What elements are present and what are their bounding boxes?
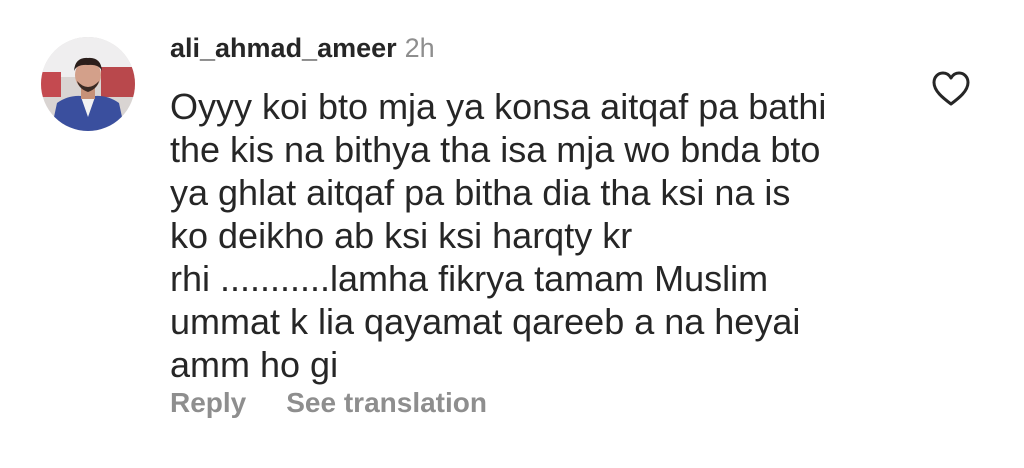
timestamp[interactable]: 2h	[405, 33, 435, 63]
comment-text-line: ummat k lia qayamat qareeb a na heyai	[170, 301, 801, 342]
comment-text-line: amm ho gi	[170, 344, 339, 385]
reply-button[interactable]: Reply	[170, 387, 246, 418]
comment-text-line: ko deikho ab ksi ksi harqty kr	[170, 215, 633, 256]
comment-text: Oyyy koi bto mja ya konsa aitqaf pa bath…	[170, 85, 890, 386]
comment-header: ali_ahmad_ameer 2h	[170, 30, 435, 66]
comment-text-line: rhi ...........lamha fikrya tamam Muslim	[170, 258, 769, 299]
heart-outline-icon	[932, 71, 970, 106]
comment-actions: Reply See translation	[170, 383, 487, 423]
see-translation-button[interactable]: See translation	[286, 387, 487, 418]
comment-text-line: Oyyy koi bto mja ya konsa aitqaf pa bath…	[170, 86, 827, 127]
comment-text-line: the kis na bithya tha isa mja wo bnda bt…	[170, 129, 821, 170]
comment-text-line: ya ghlat aitqaf pa bitha dia tha ksi na …	[170, 172, 791, 213]
comment: ali_ahmad_ameer 2h Oyyy koi bto mja ya ko…	[0, 0, 1024, 468]
avatar-image	[41, 37, 135, 131]
like-button[interactable]	[930, 68, 972, 110]
avatar[interactable]	[41, 37, 135, 131]
username[interactable]: ali_ahmad_ameer	[170, 33, 397, 63]
